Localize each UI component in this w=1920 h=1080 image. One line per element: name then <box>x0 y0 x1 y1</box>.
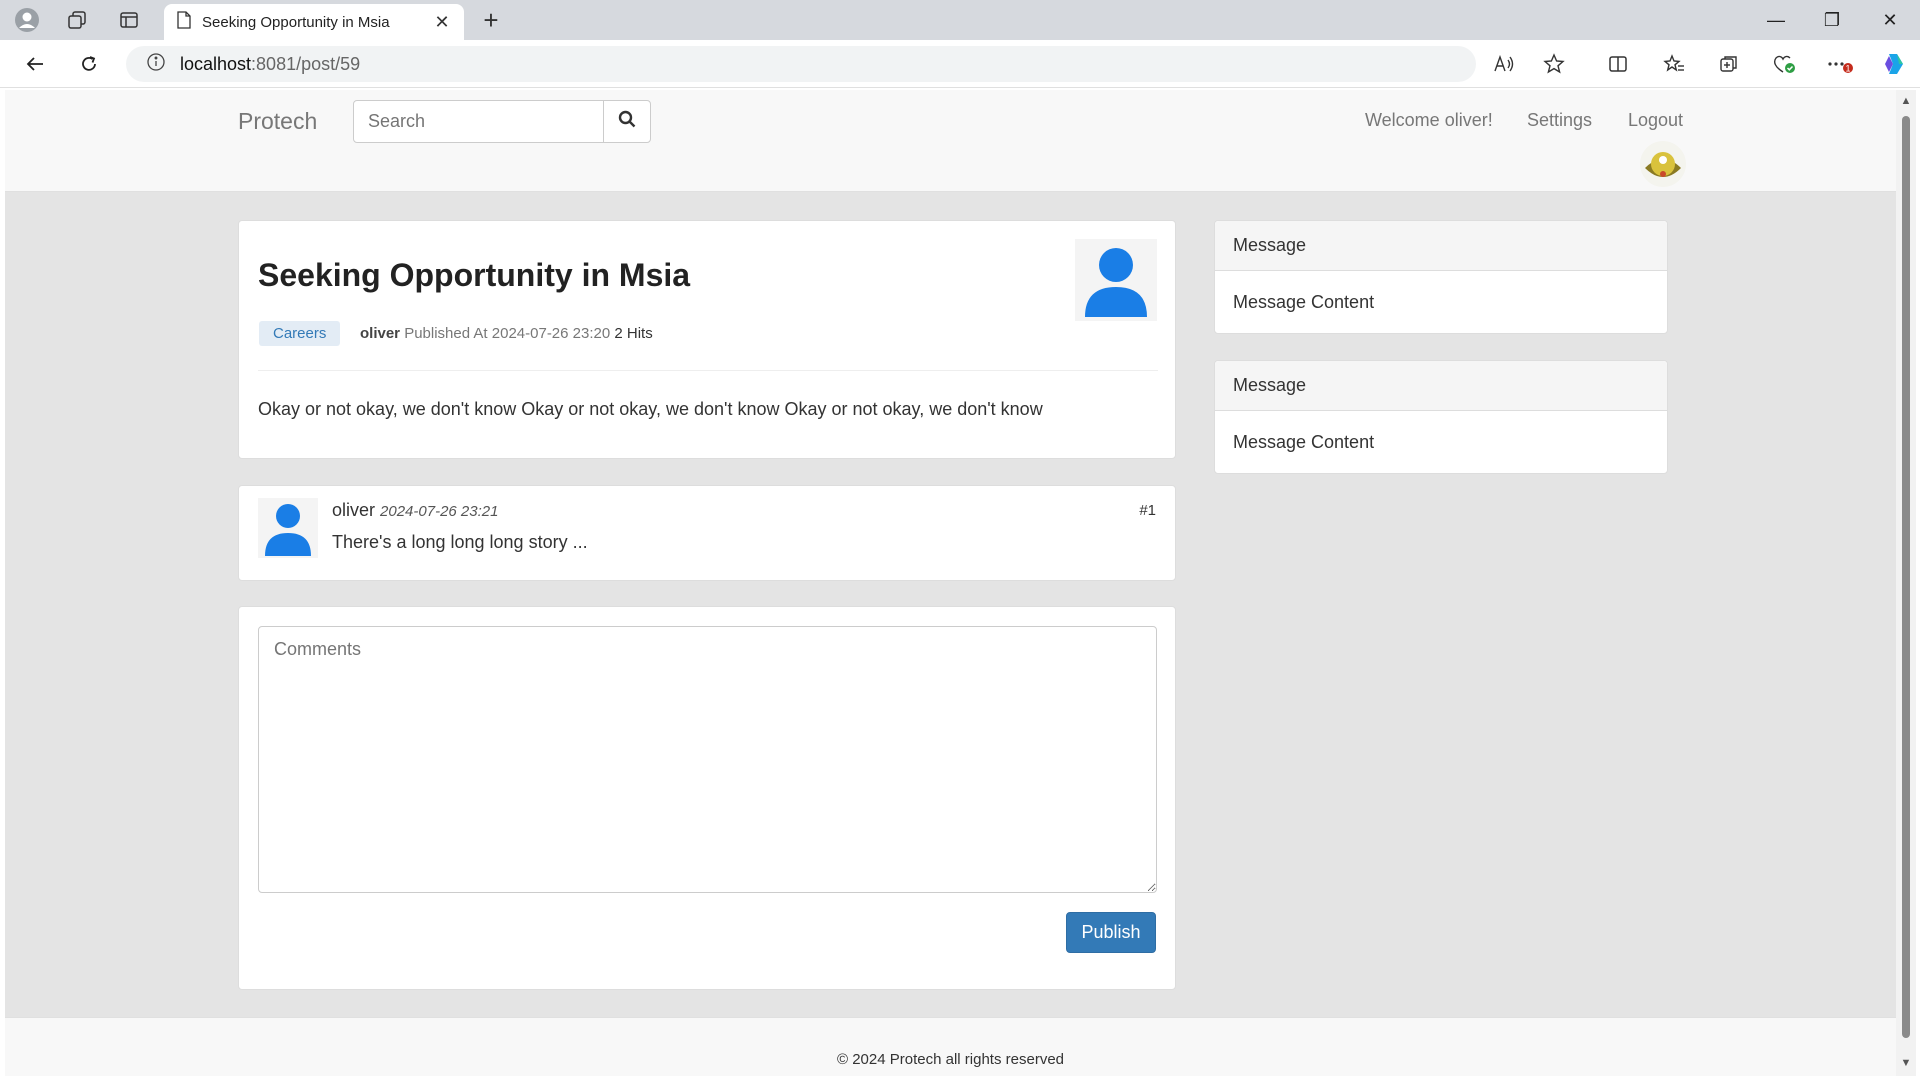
url-host: localhost <box>180 53 252 74</box>
category-tag[interactable]: Careers <box>259 321 341 346</box>
split-screen-icon[interactable] <box>1600 48 1636 80</box>
browser-essentials-icon[interactable] <box>1766 48 1802 80</box>
panel-heading: Message <box>1215 221 1667 271</box>
search-input[interactable] <box>353 100 604 143</box>
read-aloud-icon[interactable] <box>1486 48 1522 80</box>
page-icon <box>176 10 192 34</box>
sidebar-message-panel: Message Message Content <box>1214 220 1668 334</box>
divider <box>258 370 1158 371</box>
user-avatar[interactable] <box>1639 140 1687 188</box>
search-icon <box>618 110 636 133</box>
publish-button[interactable]: Publish <box>1066 912 1156 953</box>
comment-form: Publish <box>238 606 1176 990</box>
favorite-star-icon[interactable] <box>1536 48 1572 80</box>
settings-link[interactable]: Settings <box>1527 110 1592 131</box>
site-info-icon[interactable] <box>146 52 166 77</box>
new-tab-button[interactable]: + <box>474 4 508 36</box>
post-title: Seeking Opportunity in Msia <box>258 257 691 293</box>
vertical-tabs-icon[interactable] <box>112 4 146 36</box>
logout-link[interactable]: Logout <box>1628 110 1683 131</box>
post-body: Okay or not okay, we don't know Okay or … <box>258 399 1043 419</box>
panel-content: Message Content <box>1233 291 1375 312</box>
page-scrollbar[interactable]: ▲ ▼ <box>1896 90 1916 1076</box>
search-button[interactable] <box>603 100 651 143</box>
browser-tab-active[interactable]: Seeking Opportunity in Msia ✕ <box>164 4 464 40</box>
post-card: Seeking Opportunity in Msia Careers oliv… <box>238 220 1176 459</box>
comment-header: oliver 2024-07-26 23:21 <box>332 500 498 521</box>
profile-icon[interactable] <box>10 4 44 36</box>
panel-content: Message Content <box>1233 431 1375 452</box>
sidebar-message-panel: Message Message Content <box>1214 360 1668 474</box>
footer-copyright: © 2024 Protech all rights reserved <box>837 1051 1064 1068</box>
collections-icon[interactable] <box>1711 48 1747 80</box>
comment-item: oliver 2024-07-26 23:21 #1 There's a lon… <box>238 485 1176 581</box>
panel-heading: Message <box>1215 361 1667 411</box>
page-viewport: Protech Welcome oliver! Settings Logout … <box>5 90 1896 1076</box>
workspaces-icon[interactable] <box>60 4 94 36</box>
close-tab-icon[interactable]: ✕ <box>432 12 452 33</box>
welcome-link[interactable]: Welcome oliver! <box>1365 110 1493 131</box>
restore-button[interactable]: ❐ <box>1804 0 1860 40</box>
favorites-icon[interactable] <box>1656 48 1692 80</box>
scroll-up-icon[interactable]: ▲ <box>1899 94 1913 108</box>
post-meta: oliver Published At 2024-07-26 23:20 2 H… <box>360 325 653 342</box>
address-field[interactable]: localhost:8081/post/59 <box>126 46 1476 82</box>
copilot-icon[interactable] <box>1876 48 1912 80</box>
scroll-down-icon[interactable]: ▼ <box>1899 1056 1913 1070</box>
more-options-icon[interactable]: 1 <box>1822 48 1858 80</box>
author-avatar <box>1075 239 1157 321</box>
back-button[interactable] <box>18 48 52 80</box>
svg-text:1: 1 <box>1845 64 1850 74</box>
brand-link[interactable]: Protech <box>238 108 317 135</box>
comment-author[interactable]: oliver <box>332 500 375 520</box>
comment-number: #1 <box>1139 502 1156 519</box>
browser-address-bar: localhost:8081/post/59 1 <box>0 40 1920 88</box>
url-path: :8081/post/59 <box>251 53 361 74</box>
close-window-button[interactable]: ✕ <box>1862 0 1918 40</box>
minimize-button[interactable]: — <box>1748 0 1804 40</box>
comment-text: There's a long long long story ... <box>332 532 588 552</box>
comment-avatar <box>258 498 318 558</box>
post-hits: 2 Hits <box>614 325 653 342</box>
post-author[interactable]: oliver <box>360 325 400 342</box>
scroll-thumb[interactable] <box>1902 116 1910 1038</box>
browser-tab-bar: Seeking Opportunity in Msia ✕ + — ❐ ✕ <box>0 0 1920 40</box>
site-navbar: Protech Welcome oliver! Settings Logout <box>5 90 1896 192</box>
post-published: Published At 2024-07-26 23:20 <box>404 325 611 342</box>
reload-button[interactable] <box>72 48 106 80</box>
site-footer: © 2024 Protech all rights reserved <box>5 1017 1896 1076</box>
comment-time: 2024-07-26 23:21 <box>380 503 499 520</box>
tab-title: Seeking Opportunity in Msia <box>202 13 390 31</box>
comment-textarea[interactable] <box>258 626 1157 893</box>
